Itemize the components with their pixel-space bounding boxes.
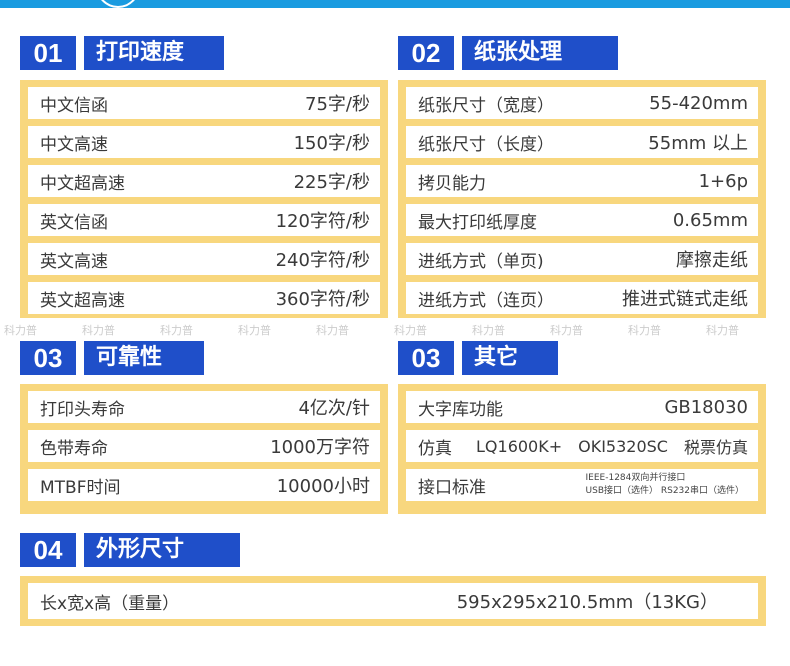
interface-values: IEEE-1284双向并行接口 USB接口（选件） RS232串口（选件） (586, 472, 748, 498)
emulation-value: 税票仿真 (683, 438, 748, 457)
section-number: 02 (398, 36, 454, 70)
spec-value: 1+6p (698, 170, 748, 192)
spec-row: 中文信函 75字/秒 (28, 87, 380, 119)
spec-value: 240字符/秒 (275, 250, 370, 271)
spec-row: 仿真 LQ1600K+ OKI5320SC 税票仿真 (406, 430, 758, 462)
watermark-text: 科力普 (472, 324, 505, 337)
emulation-values: LQ1600K+ OKI5320SC 税票仿真 (476, 434, 748, 458)
section-number: 03 (20, 341, 76, 375)
interface-line: IEEE-1284双向并行接口 (585, 473, 686, 483)
spec-label: 中文超高速 (40, 173, 125, 194)
spec-value: 150字/秒 (293, 133, 370, 154)
spec-label: 最大打印纸厚度 (418, 212, 537, 233)
spec-row: 打印头寿命 4亿次/针 (28, 391, 380, 423)
watermark-text: 科力普 (82, 324, 115, 337)
spec-row: MTBF时间 10000小时 (28, 469, 380, 501)
spec-value: 摩擦走纸 (676, 250, 748, 271)
section-title: 纸张处理 (462, 36, 618, 70)
spec-row: 英文高速 240字符/秒 (28, 243, 380, 275)
section-title: 外形尺寸 (84, 533, 240, 567)
watermark-text: 科力普 (628, 324, 661, 337)
spec-value: 55-420mm (649, 92, 748, 114)
spec-value: 4亿次/针 (298, 398, 370, 419)
emulation-value: LQ1600K+ (476, 436, 563, 456)
spec-value: 0.65mm (672, 209, 748, 231)
section-header-speed: 01 打印速度 (20, 36, 224, 70)
spec-value: 10000小时 (276, 476, 370, 497)
watermark-text: 科力普 (238, 324, 271, 337)
spec-label: 中文高速 (40, 134, 108, 155)
watermark-text: 科力普 (706, 324, 739, 337)
section-title: 其它 (462, 341, 558, 375)
spec-row: 中文超高速 225字/秒 (28, 165, 380, 197)
spec-label: 拷贝能力 (418, 173, 486, 194)
spec-row: 最大打印纸厚度 0.65mm (406, 204, 758, 236)
spec-label: 中文信函 (40, 95, 108, 116)
section-number: 03 (398, 341, 454, 375)
spec-value: 120字符/秒 (275, 211, 370, 232)
other-panel: 大字库功能 GB18030 仿真 LQ1600K+ OKI5320SC 税票仿真 … (398, 384, 766, 514)
section-number: 01 (20, 36, 76, 70)
spec-label: 英文信函 (40, 212, 108, 233)
watermark-text: 科力普 (550, 324, 583, 337)
watermark-text: 科力普 (4, 324, 37, 337)
section-header-other: 03 其它 (398, 341, 558, 375)
spec-row: 色带寿命 1000万字符 (28, 430, 380, 462)
watermark-text: 科力普 (316, 324, 349, 337)
spec-label: 进纸方式（单页) (418, 251, 544, 272)
section-number: 04 (20, 533, 76, 567)
spec-value: 595x295x210.5mm（13KG） (456, 592, 718, 613)
spec-row: 进纸方式（单页) 摩擦走纸 (406, 243, 758, 275)
spec-label: 纸张尺寸（宽度） (418, 95, 554, 116)
section-header-size: 04 外形尺寸 (20, 533, 240, 567)
spec-row: 大字库功能 GB18030 (406, 391, 758, 423)
watermark-text: 科力普 (160, 324, 193, 337)
spec-label: 色带寿命 (40, 438, 108, 459)
spec-row: 接口标准 IEEE-1284双向并行接口 USB接口（选件） RS232串口（选… (406, 469, 758, 501)
spec-label: 打印头寿命 (40, 399, 125, 420)
spec-value: 推进式链式走纸 (622, 289, 748, 310)
speed-panel: 中文信函 75字/秒 中文高速 150字/秒 中文超高速 225字/秒 英文信函 120… (20, 80, 388, 318)
spec-value: GB18030 (664, 396, 748, 418)
section-header-paper: 02 纸张处理 (398, 36, 618, 70)
spec-value: 75字/秒 (305, 94, 370, 115)
spec-row: 拷贝能力 1+6p (406, 165, 758, 197)
spec-label: 纸张尺寸（长度） (418, 134, 554, 155)
spec-label: 接口标准 (418, 477, 486, 498)
spec-label: 英文超高速 (40, 290, 125, 311)
watermark-strip: 科力普 科力普 科力普 科力普 科力普 科力普 科力普 科力普 科力普 科力普 (0, 322, 790, 340)
spec-value: 1000万字符 (270, 437, 370, 458)
spec-row: 中文高速 150字/秒 (28, 126, 380, 158)
reliability-panel: 打印头寿命 4亿次/针 色带寿命 1000万字符 MTBF时间 10000小时 (20, 384, 388, 514)
spec-row: 进纸方式（连页） 推进式链式走纸 (406, 282, 758, 314)
spec-label: 长x宽x高（重量） (40, 593, 180, 614)
watermark-text: 科力普 (394, 324, 427, 337)
interface-line: USB接口（选件） RS232串口（选件） (585, 486, 744, 496)
section-title: 打印速度 (84, 36, 224, 70)
section-title: 可靠性 (84, 341, 204, 375)
size-panel: 长x宽x高（重量） 595x295x210.5mm（13KG） (20, 576, 766, 626)
section-header-reliability: 03 可靠性 (20, 341, 204, 375)
spec-row: 纸张尺寸（长度） 55mm 以上 (406, 126, 758, 158)
emulation-value: OKI5320SC (578, 436, 668, 456)
spec-value: 55mm 以上 (648, 133, 748, 154)
spec-label: 英文高速 (40, 251, 108, 272)
paper-panel: 纸张尺寸（宽度） 55-420mm 纸张尺寸（长度） 55mm 以上 拷贝能力 1+6… (398, 80, 766, 318)
spec-label: MTBF时间 (40, 477, 121, 498)
spec-row: 英文信函 120字符/秒 (28, 204, 380, 236)
spec-row: 英文超高速 360字符/秒 (28, 282, 380, 314)
spec-label: 大字库功能 (418, 399, 503, 420)
spec-label: 进纸方式（连页） (418, 290, 554, 311)
spec-row: 纸张尺寸（宽度） 55-420mm (406, 87, 758, 119)
spec-row: 长x宽x高（重量） 595x295x210.5mm（13KG） (28, 583, 758, 619)
spec-label: 仿真 (418, 438, 452, 459)
spec-value: 360字符/秒 (275, 289, 370, 310)
spec-value: 225字/秒 (293, 172, 370, 193)
